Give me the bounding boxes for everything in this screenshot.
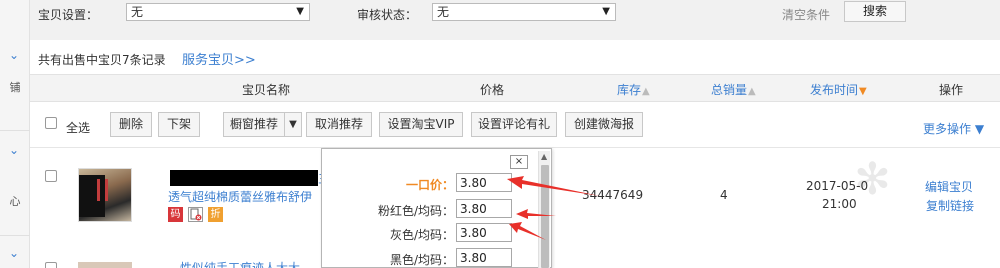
search-button[interactable]: 搜索: [844, 1, 906, 22]
col-stock-label: 库存: [617, 83, 642, 97]
filter-bar: 宝贝设置： 无 ▼ 审核状态： 无 ▼ 清空条件 搜索: [30, 0, 1000, 40]
black-price-label: 黑色/均码：: [389, 253, 454, 267]
col-publish-time-label: 发布时间: [810, 83, 859, 97]
col-total-sales-sort[interactable]: 总销量▲: [711, 81, 756, 98]
edit-item-link[interactable]: 编辑宝贝: [925, 178, 973, 195]
fixed-price-label: 一口价：: [405, 178, 454, 192]
more-operations-label: 更多操作: [923, 122, 972, 136]
sort-up-icon: ▲: [642, 86, 650, 97]
redacted-title: [170, 170, 318, 186]
col-publish-time-sort[interactable]: 发布时间▼: [810, 81, 867, 98]
col-stock-sort[interactable]: 库存▲: [617, 81, 650, 98]
thumbnail-stripe: [105, 179, 108, 201]
item-setting-select[interactable]: 无 ▼: [126, 3, 310, 21]
product-title[interactable]: 透气超纯棉质蕾丝雅布舒伊: [168, 188, 312, 205]
copy-link[interactable]: 复制链接: [926, 197, 974, 214]
total-sales-value: 4: [720, 188, 728, 202]
set-taobao-vip-button[interactable]: 设置淘宝VIP: [379, 112, 463, 137]
gray-price-label: 灰色/均码：: [389, 228, 454, 242]
window-recommend-button[interactable]: 橱窗推荐: [223, 112, 285, 137]
col-item-name: 宝贝名称: [242, 83, 291, 97]
row-checkbox[interactable]: [45, 262, 57, 268]
table-header: 宝贝名称 价格 库存▲ 总销量▲ 发布时间▼ 操作: [30, 74, 1000, 102]
sidebar-label-shop[interactable]: 铺: [0, 79, 30, 95]
select-all-label[interactable]: 全选: [66, 119, 90, 136]
service-items-link[interactable]: 服务宝贝>>: [182, 49, 256, 68]
sidebar-label-center[interactable]: 心: [0, 193, 30, 209]
sort-down-icon: ▼: [859, 86, 867, 97]
gray-price-input[interactable]: [456, 223, 512, 242]
scrollbar-thumb[interactable]: [541, 165, 549, 268]
sidebar-divider: [0, 235, 30, 236]
select-all-checkbox[interactable]: [45, 117, 57, 129]
chevron-down-icon[interactable]: ⌄: [7, 246, 21, 260]
create-micro-poster-button[interactable]: 创建微海报: [565, 112, 643, 137]
fixed-price-input[interactable]: [456, 173, 512, 192]
delist-button[interactable]: 下架: [158, 112, 200, 137]
product-thumbnail[interactable]: [78, 168, 132, 222]
thumbnail-stripe: [97, 179, 100, 201]
chevron-down-icon[interactable]: ⌄: [7, 143, 21, 157]
code-badge: 码: [168, 207, 183, 222]
item-setting-value: 无: [131, 5, 144, 19]
sort-up-icon: ▲: [748, 86, 756, 97]
product-thumbnail[interactable]: [78, 262, 132, 268]
caret-down-icon[interactable]: ▼: [284, 112, 302, 137]
clear-conditions-link[interactable]: 清空条件: [782, 6, 830, 23]
set-review-gift-button[interactable]: 设置评论有礼: [471, 112, 557, 137]
popup-scrollbar[interactable]: ▲: [538, 151, 550, 268]
publish-time: 21:00: [822, 197, 857, 211]
col-operation: 操作: [939, 83, 964, 97]
black-price-input[interactable]: [456, 248, 512, 267]
review-status-label: 审核状态：: [357, 8, 418, 22]
left-sidebar: ⌄ 铺 ⌄ 心 ⌄: [0, 0, 30, 268]
publish-date: 2017-05-0: [806, 179, 869, 193]
no-mobile-icon: [188, 207, 203, 222]
caret-down-icon: ▼: [974, 122, 985, 136]
pink-price-label: 粉红色/均码：: [377, 204, 454, 218]
pink-price-input[interactable]: [456, 199, 512, 218]
caret-down-icon: ▼: [602, 6, 610, 17]
product-number: 34447649: [582, 188, 644, 202]
product-title[interactable]: …性似纯手工痕迹人大大: [168, 259, 300, 268]
close-button[interactable]: ×: [510, 155, 528, 169]
record-count: 共有出售中宝贝7条记录: [38, 53, 166, 67]
scroll-up-icon[interactable]: ▲: [541, 152, 547, 161]
col-price: 价格: [480, 83, 505, 97]
batch-toolbar: 全选 删除 下架 橱窗推荐 ▼ 取消推荐 设置淘宝VIP 设置评论有礼 创建微海…: [30, 102, 1000, 148]
caret-down-icon: ▼: [296, 6, 304, 17]
row-checkbox[interactable]: [45, 170, 57, 182]
sidebar-divider: [0, 130, 30, 131]
col-total-sales-label: 总销量: [711, 83, 748, 97]
more-operations-link[interactable]: 更多操作 ▼: [923, 120, 984, 137]
redaction-block: [79, 175, 105, 217]
item-setting-label: 宝贝设置：: [38, 8, 99, 22]
cancel-recommend-button[interactable]: 取消推荐: [306, 112, 372, 137]
review-status-value: 无: [437, 5, 450, 19]
delete-button[interactable]: 删除: [110, 112, 152, 137]
discount-badge: 折: [208, 207, 223, 222]
review-status-select[interactable]: 无 ▼: [432, 3, 616, 21]
chevron-down-icon[interactable]: ⌄: [7, 48, 21, 62]
price-edit-popup: × ▲ 一口价： 粉红色/均码： 灰色/均码： 黑色/均码：: [321, 148, 552, 268]
